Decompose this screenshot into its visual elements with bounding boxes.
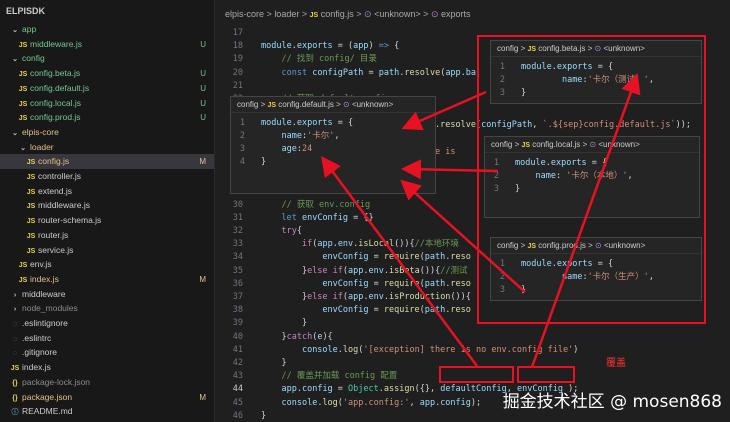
watermark: 掘金技术社区 @ mosen868 bbox=[502, 392, 722, 412]
annotation-arrows bbox=[321, 73, 641, 368]
arrow-prod-to-default bbox=[400, 179, 526, 293]
arrow-local-to-default bbox=[401, 159, 499, 180]
arrow-beta-to-default bbox=[401, 90, 487, 131]
arrow-envconfig-to-popups bbox=[530, 73, 641, 368]
arrow-defaultconfig-to-default bbox=[321, 155, 479, 367]
